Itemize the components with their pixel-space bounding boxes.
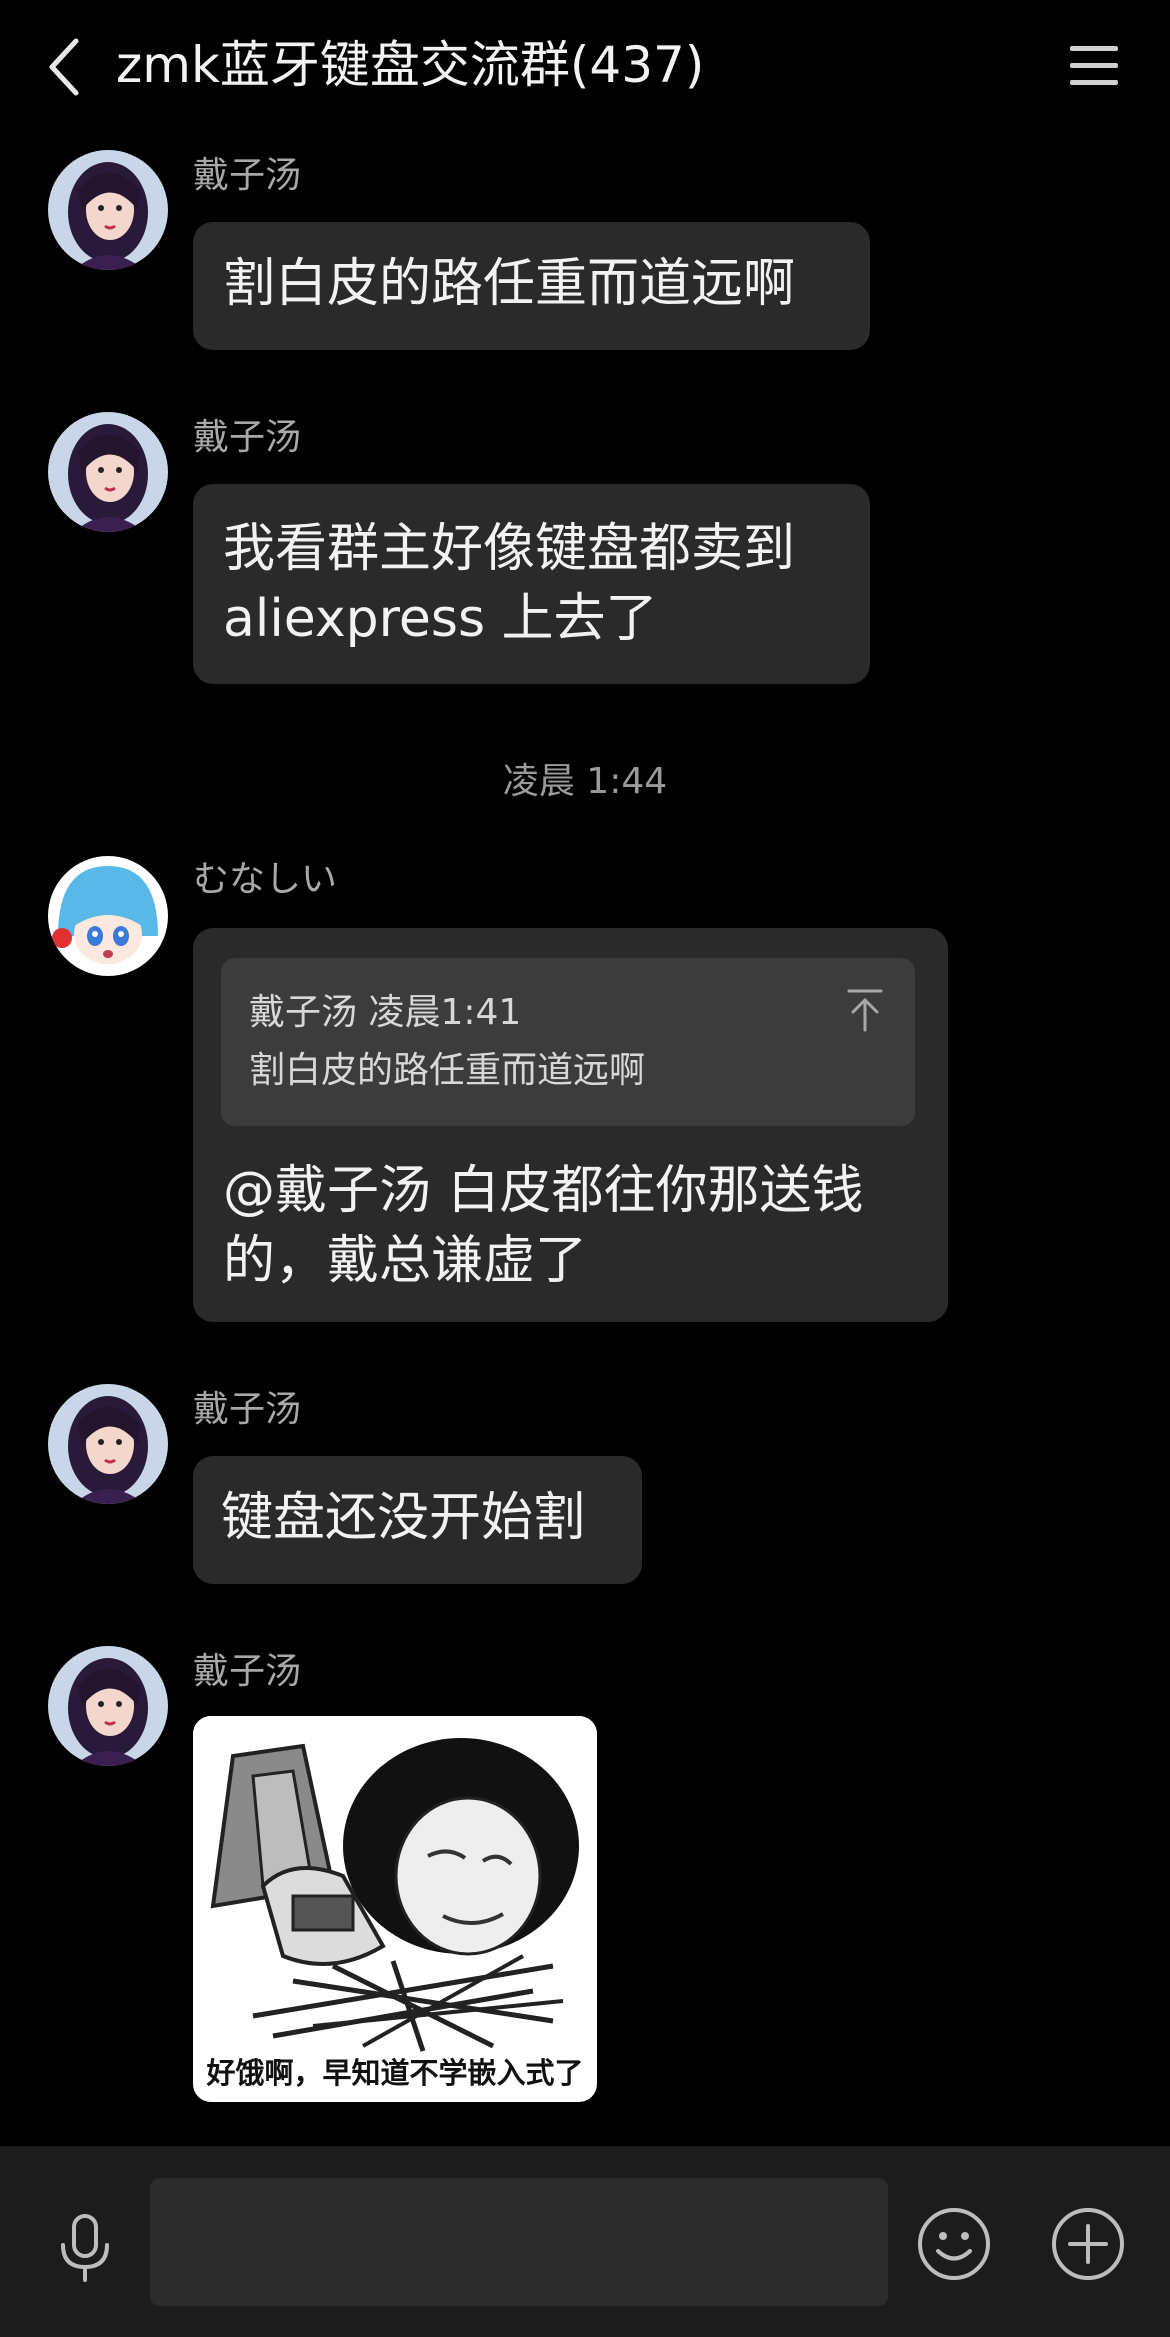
message-bubble[interactable]: 我看群主好像键盘都卖到 aliexpress 上去了: [193, 484, 870, 684]
emoji-button[interactable]: [916, 2206, 992, 2282]
avatar[interactable]: [48, 150, 168, 270]
chevron-left-icon: [49, 38, 79, 96]
sticker-caption: 好饿啊，早知道不学嵌入式了: [206, 2056, 584, 2090]
message-text: 键盘还没开始割: [221, 1488, 586, 1548]
message-text-line: aliexpress 上去了: [223, 589, 658, 649]
timestamp: 凌晨 1:44: [502, 761, 668, 802]
menu-button[interactable]: [1066, 40, 1122, 92]
avatar[interactable]: [48, 412, 168, 532]
message-bubble-with-quote[interactable]: 戴子汤 凌晨1:41 割白皮的路任重而道远啊 @戴子汤 白皮都往你那送钱 的，戴…: [193, 928, 948, 1322]
message-text: 割白皮的路任重而道远啊: [223, 254, 796, 314]
chat-screen: zmk蓝牙键盘交流群(437) 戴子汤 割白皮的路任重而道远啊 戴子汤 我看群主…: [0, 0, 1170, 2337]
sender-name: 戴子汤: [193, 417, 302, 458]
message-text-line: 我看群主好像键盘都卖到: [223, 519, 796, 579]
plus-circle-icon: [1052, 2208, 1124, 2280]
message-bubble[interactable]: 割白皮的路任重而道远啊: [193, 222, 870, 350]
sticker-drawing: [193, 1716, 597, 2056]
scroll-to-top-icon: [847, 989, 883, 1032]
hamburger-menu-icon: [1070, 46, 1118, 85]
chat-header: zmk蓝牙键盘交流群(437): [0, 0, 1170, 132]
message-input[interactable]: [150, 2178, 888, 2306]
message-text-line: 的，戴总谦虚了: [223, 1231, 588, 1291]
sender-name: 戴子汤: [193, 1651, 302, 1692]
quote-meta: 戴子汤 凌晨1:41: [249, 992, 522, 1033]
avatar[interactable]: [48, 1646, 168, 1766]
input-bar: [0, 2146, 1170, 2337]
microphone-icon: [61, 2214, 109, 2282]
back-button[interactable]: [34, 32, 94, 102]
sender-name: むなしい: [193, 859, 338, 900]
quote-text: 割白皮的路任重而道远啊: [249, 1050, 646, 1091]
sender-name: 戴子汤: [193, 1389, 302, 1430]
sticker-image[interactable]: 好饿啊，早知道不学嵌入式了: [193, 1716, 597, 2102]
sender-name: 戴子汤: [193, 155, 302, 196]
voice-button[interactable]: [50, 2208, 120, 2288]
avatar[interactable]: [48, 1384, 168, 1504]
message-bubble[interactable]: 键盘还没开始割: [193, 1456, 642, 1584]
quoted-message[interactable]: 戴子汤 凌晨1:41 割白皮的路任重而道远啊: [221, 958, 915, 1126]
more-button[interactable]: [1050, 2206, 1126, 2282]
chat-title: zmk蓝牙键盘交流群(437): [116, 36, 705, 94]
message-text-line: @戴子汤 白皮都往你那送钱: [223, 1161, 864, 1221]
smiley-icon: [918, 2208, 990, 2280]
avatar[interactable]: [48, 856, 168, 976]
